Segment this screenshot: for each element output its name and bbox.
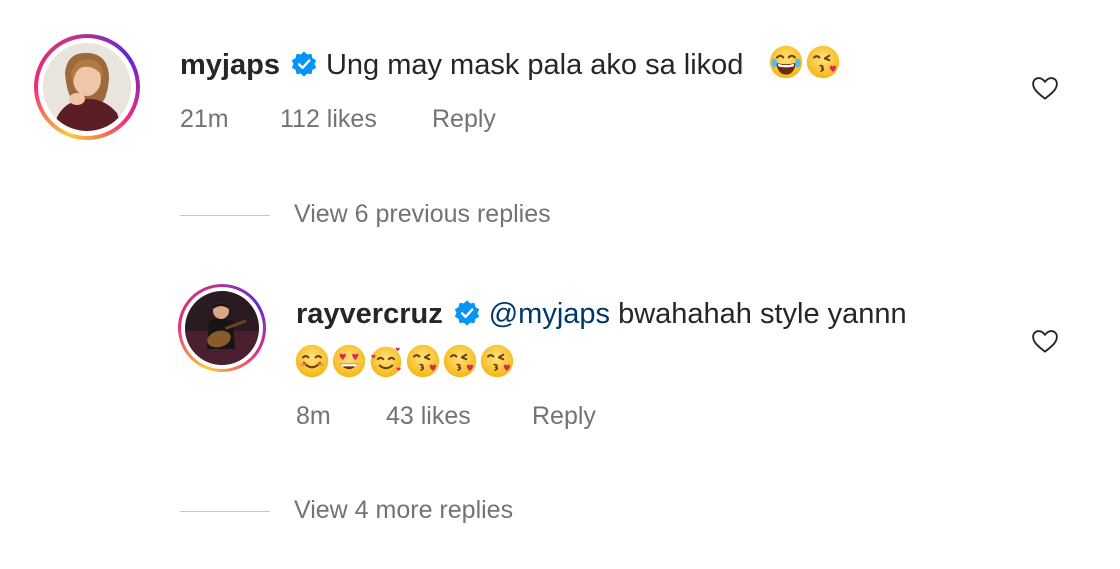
comment-meta: 21m 112 likes Reply bbox=[180, 105, 496, 134]
reply-text-line: rayvercruz @myjaps bwahahah style yannn bbox=[296, 296, 907, 332]
reply-meta: 8m 43 likes Reply bbox=[296, 402, 596, 431]
reply-button[interactable]: Reply bbox=[432, 105, 496, 134]
thread-divider bbox=[180, 510, 270, 512]
face-blowing-kiss-emoji bbox=[806, 45, 839, 79]
smiling-face-emoji bbox=[295, 344, 329, 378]
comment-text: Ung may mask pala ako sa likod bbox=[325, 49, 744, 81]
view-previous-replies-button[interactable]: View 6 previous replies bbox=[180, 200, 551, 229]
comment-time[interactable]: 21m bbox=[180, 105, 280, 134]
verified-badge-icon bbox=[291, 51, 317, 77]
username-myjaps[interactable]: myjaps bbox=[180, 49, 280, 81]
heart-outline-icon[interactable] bbox=[1030, 73, 1060, 103]
reply-time[interactable]: 8m bbox=[296, 402, 386, 431]
face-blowing-kiss-emoji bbox=[406, 344, 440, 378]
smiling-face-with-hearts-emoji bbox=[370, 346, 402, 378]
avatar-myjaps[interactable] bbox=[34, 34, 140, 140]
heart-outline-icon[interactable] bbox=[1030, 326, 1060, 356]
laughing-face-emoji bbox=[769, 45, 802, 79]
reply-text: bwahahah style yannn bbox=[618, 298, 907, 330]
view-more-replies-button[interactable]: View 4 more replies bbox=[180, 496, 513, 525]
thread-divider bbox=[180, 214, 270, 216]
likes-count[interactable]: 43 likes bbox=[386, 402, 532, 431]
verified-badge-icon bbox=[454, 300, 479, 326]
reply-emoji-row bbox=[294, 343, 516, 382]
mention-link[interactable]: @myjaps bbox=[489, 298, 610, 330]
view-more-replies-label: View 4 more replies bbox=[294, 496, 514, 524]
likes-count[interactable]: 112 likes bbox=[280, 105, 432, 134]
heart-eyes-face-emoji bbox=[332, 344, 366, 378]
face-blowing-kiss-emoji bbox=[443, 344, 477, 378]
avatar-rayvercruz[interactable] bbox=[178, 284, 266, 372]
view-previous-replies-label: View 6 previous replies bbox=[294, 200, 551, 228]
face-blowing-kiss-emoji bbox=[480, 344, 514, 378]
reply-button[interactable]: Reply bbox=[532, 402, 596, 431]
username-rayvercruz[interactable]: rayvercruz bbox=[296, 298, 443, 330]
comment-text-line: myjaps Ung may mask pala ako sa likod bbox=[180, 44, 842, 83]
